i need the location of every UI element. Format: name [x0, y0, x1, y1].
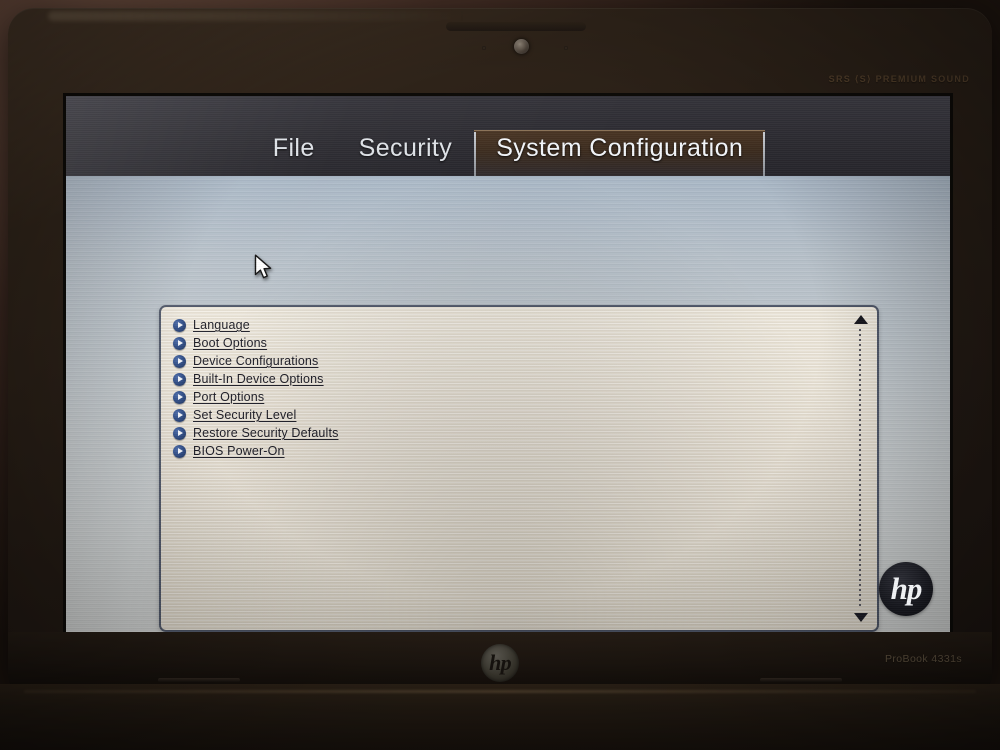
- arrow-bullet-icon: [173, 390, 186, 404]
- laptop-screen: File Security System Configuration Langu…: [66, 96, 950, 632]
- list-item-restore-security-defaults[interactable]: Restore Security Defaults: [173, 424, 338, 442]
- list-item-label: BIOS Power-On: [193, 444, 285, 458]
- arrow-bullet-icon: [173, 444, 186, 458]
- arrow-bullet-icon: [173, 372, 186, 386]
- photograph-of-laptop: SRS ⟨S⟩ PREMIUM SOUND File Security Syst…: [0, 0, 1000, 750]
- hp-logo-watermark: hp: [879, 562, 933, 616]
- list-item-label: Language: [193, 318, 250, 332]
- list-item-language[interactable]: Language: [173, 316, 338, 334]
- list-item-set-security-level[interactable]: Set Security Level: [173, 406, 338, 424]
- microphone-dot-left-icon: [482, 46, 486, 50]
- tab-security[interactable]: Security: [337, 130, 475, 176]
- bios-content-area: Language Boot Options Device Configurati…: [66, 176, 950, 632]
- vertical-scrollbar[interactable]: [851, 313, 871, 624]
- list-item-label: Set Security Level: [193, 408, 297, 422]
- hp-logo-text: hp: [489, 650, 511, 675]
- arrow-bullet-icon: [173, 336, 186, 350]
- camera-housing-strip: [446, 22, 586, 31]
- list-item-bios-power-on[interactable]: BIOS Power-On: [173, 442, 338, 460]
- list-item-port-options[interactable]: Port Options: [173, 388, 338, 406]
- laptop-keyboard-deck: [0, 684, 1000, 750]
- bios-menu-tab-list: File Security System Configuration: [251, 96, 766, 176]
- list-item-label: Boot Options: [193, 336, 268, 350]
- hinge-notch-left: [158, 678, 240, 682]
- model-name-badge: ProBook 4331s: [885, 653, 962, 665]
- list-item-boot-options[interactable]: Boot Options: [173, 334, 338, 352]
- arrow-bullet-icon: [173, 426, 186, 440]
- arrow-bullet-icon: [173, 318, 186, 332]
- bios-options-panel: Language Boot Options Device Configurati…: [159, 305, 879, 632]
- hinge-notch-right: [760, 678, 842, 682]
- hp-logo-bezel: hp: [481, 644, 519, 682]
- arrow-bullet-icon: [173, 408, 186, 422]
- list-item-built-in-device-options[interactable]: Built-In Device Options: [173, 370, 338, 388]
- srs-premium-sound-badge: SRS ⟨S⟩ PREMIUM SOUND: [828, 74, 970, 84]
- bios-options-list: Language Boot Options Device Configurati…: [173, 316, 338, 460]
- scroll-down-arrow-icon[interactable]: [852, 611, 870, 624]
- tab-file[interactable]: File: [251, 130, 337, 176]
- scrollbar-track[interactable]: [859, 329, 861, 608]
- hp-logo-text: hp: [890, 570, 923, 606]
- mouse-cursor-arrow-icon: [254, 254, 272, 279]
- list-item-device-configurations[interactable]: Device Configurations: [173, 352, 338, 370]
- scroll-up-arrow-icon[interactable]: [852, 313, 870, 326]
- list-item-label: Port Options: [193, 390, 265, 404]
- tab-system-configuration[interactable]: System Configuration: [474, 130, 766, 176]
- list-item-label: Device Configurations: [193, 354, 319, 368]
- arrow-bullet-icon: [173, 354, 186, 368]
- laptop-lid-bezel: SRS ⟨S⟩ PREMIUM SOUND File Security Syst…: [8, 8, 992, 688]
- lid-bottom-bezel: hp ProBook 4331s: [8, 632, 992, 688]
- webcam-lens-icon: [514, 39, 529, 54]
- bios-menu-bar: File Security System Configuration: [66, 96, 950, 176]
- list-item-label: Built-In Device Options: [193, 372, 324, 386]
- microphone-dot-right-icon: [564, 46, 568, 50]
- list-item-label: Restore Security Defaults: [193, 426, 339, 440]
